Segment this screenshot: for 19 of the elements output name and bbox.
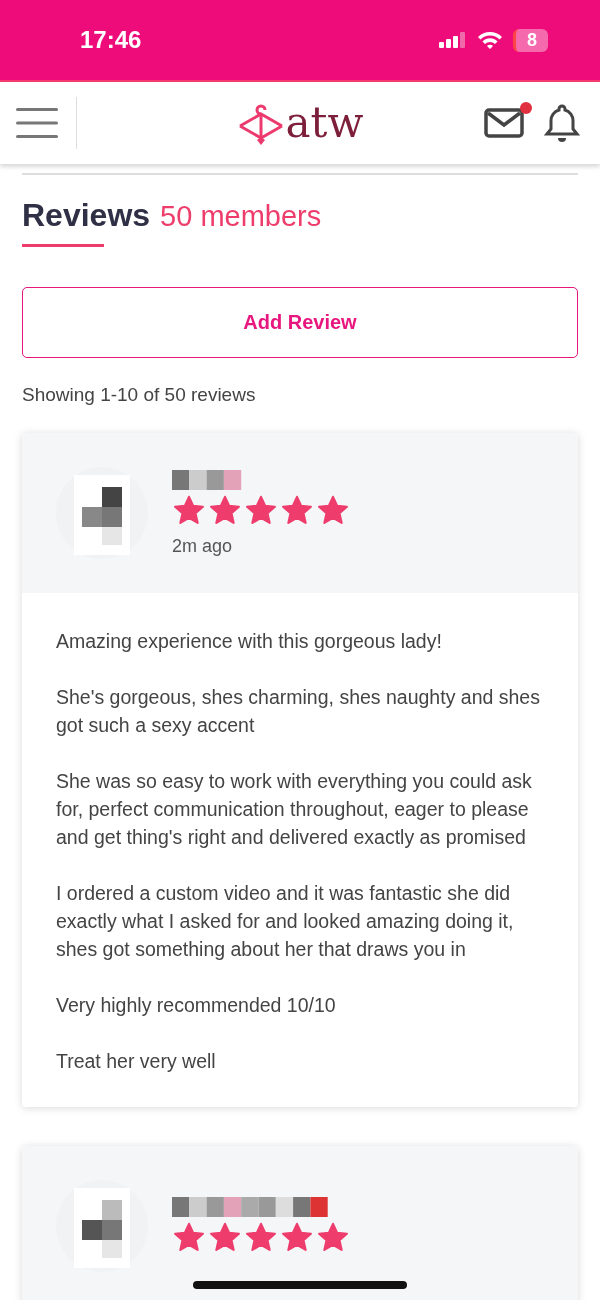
review-text: She's gorgeous, shes charming, shes naughty and shes got such a sexy accent bbox=[56, 685, 541, 738]
status-time: 17:46 bbox=[80, 26, 142, 54]
review-text: Very highly recommended 10/10 bbox=[56, 993, 337, 1018]
signal-icon bbox=[439, 32, 467, 48]
bell-icon[interactable] bbox=[544, 103, 580, 143]
menu-button[interactable] bbox=[16, 97, 77, 149]
results-summary: Showing 1-10 of 50 reviews bbox=[22, 384, 257, 406]
section-title: Reviews bbox=[22, 197, 151, 234]
member-count: 50 members bbox=[160, 200, 322, 233]
review-text: I ordered a custom video and it was fantastic she did exactly what I asked for and looked amazing doing it, shes got something about her that draws you in bbox=[56, 881, 515, 962]
mail-icon[interactable] bbox=[484, 108, 524, 138]
add-review-button[interactable]: Add Review bbox=[22, 287, 578, 358]
review-text: She was so easy to work with everything you could ask for, perfect communication throughout, eager to please and get thing's right and delivered exactly as promised bbox=[56, 769, 533, 850]
battery-indicator: 8 bbox=[513, 28, 548, 52]
review-text: Amazing experience with this gorgeous lady! bbox=[56, 629, 443, 654]
wifi-icon bbox=[477, 31, 503, 49]
review-text: Treat her very well bbox=[56, 1049, 217, 1074]
review-time: 2m ago bbox=[172, 535, 234, 557]
logo-text[interactable]: atw bbox=[285, 102, 364, 144]
